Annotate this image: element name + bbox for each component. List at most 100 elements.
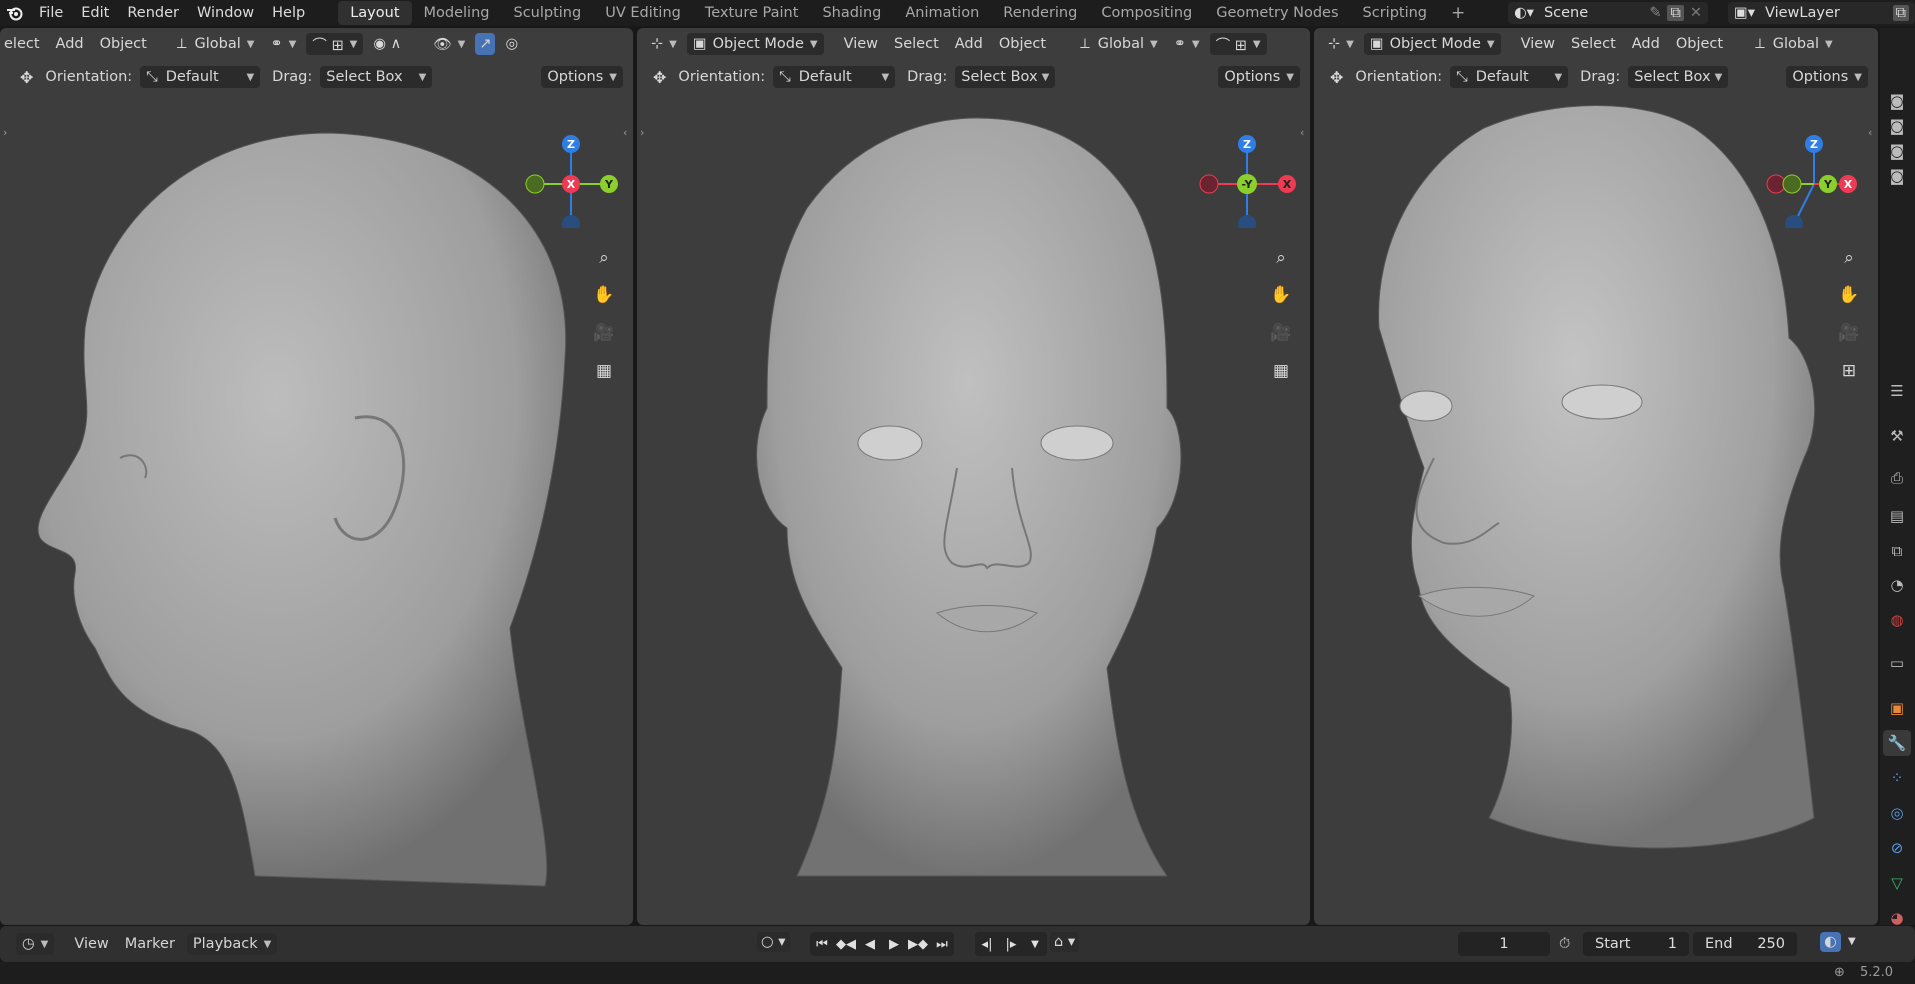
move-tool-icon[interactable]: ✥ <box>1330 68 1343 87</box>
play-reverse-icon[interactable]: ◀ <box>858 932 882 956</box>
pin-icon[interactable]: ✎ <box>1649 5 1661 21</box>
header-menu-select[interactable]: Select <box>1563 33 1624 55</box>
tool-icon[interactable]: ⚒ <box>1883 423 1911 449</box>
orientation-dropdown[interactable]: ⤡ Default ▼ <box>1450 66 1569 88</box>
menu-file[interactable]: File <box>30 0 72 26</box>
menu-render[interactable]: Render <box>118 0 188 26</box>
pivot-icon[interactable]: ⚭ ▼ <box>1168 33 1206 55</box>
sidebar-expand-icon[interactable]: ‹ <box>1868 126 1872 139</box>
view-toggle-dropdown-icon[interactable]: ▼ <box>1848 936 1856 947</box>
editor-type-clock-icon[interactable]: ◷ ▼ <box>16 933 55 955</box>
snap-icon[interactable]: ⌒ ⊞ ▼ <box>306 33 364 55</box>
orientation-dropdown[interactable]: ⤡ Default ▼ <box>140 66 261 88</box>
tab-geometry-nodes[interactable]: Geometry Nodes <box>1204 1 1350 25</box>
blender-logo-icon[interactable] <box>0 0 30 26</box>
sidebar-expand-icon[interactable]: ‹ <box>623 126 627 139</box>
options-dropdown[interactable]: Options ▼ <box>1786 66 1868 88</box>
tab-scripting[interactable]: Scripting <box>1351 1 1439 25</box>
start-frame-field[interactable]: Start 1 <box>1583 932 1689 956</box>
navigation-gizmo[interactable]: Z Y X <box>515 120 627 228</box>
viewport-middle[interactable]: ⊹ ▼ ▣ Object Mode ▼ View Select Add Object … <box>637 28 1310 925</box>
toolbar-expand-icon[interactable]: › <box>640 126 644 139</box>
tab-animation[interactable]: Animation <box>893 1 991 25</box>
header-menu-view[interactable]: View <box>1513 33 1563 55</box>
header-menu-select[interactable]: elect <box>0 33 48 55</box>
tab-texture-paint[interactable]: Texture Paint <box>693 1 811 25</box>
keying-icon[interactable]: ○ ▾ <box>757 932 790 952</box>
viewport-left[interactable]: elect Add Object ⟂ Global ▼ ⚭ ▼ ⌒ ⊞ ▼ ◉ ∧ 👁 ▼… <box>0 28 633 925</box>
timeline-menu-view[interactable]: View <box>66 933 116 955</box>
snap-icon[interactable]: ⌒ ⊞ ▼ <box>1209 33 1267 55</box>
view-layer-icon[interactable]: ⧉ <box>1883 538 1911 564</box>
pan-hand-icon[interactable]: ✋ <box>1268 282 1294 308</box>
camera-view-icon[interactable]: 🎥 <box>591 320 617 346</box>
zoom-icon[interactable]: ⌕ <box>591 245 617 271</box>
jump-start-icon[interactable]: ⏮ <box>810 932 834 956</box>
object-icon[interactable]: ▣ <box>1883 695 1911 721</box>
editor-type-icon[interactable]: ⊹ ▼ <box>1322 33 1360 55</box>
viewlayer-selector[interactable]: ▣▾ ViewLayer ⧉ <box>1728 2 1915 24</box>
camera-toggle-icon[interactable]: ◙ <box>1883 113 1911 139</box>
next-keyframe-icon[interactable]: ▶◆ <box>906 932 930 956</box>
next-jump-icon[interactable]: |▸ <box>999 932 1023 956</box>
orientation-dropdown[interactable]: ⤡ Default ▼ <box>773 66 896 88</box>
zoom-icon[interactable]: ⌕ <box>1268 245 1294 271</box>
header-menu-add[interactable]: Add <box>947 33 991 55</box>
tab-shading[interactable]: Shading <box>810 1 893 25</box>
tab-rendering[interactable]: Rendering <box>991 1 1089 25</box>
tab-layout[interactable]: Layout <box>338 1 412 25</box>
constraints-icon[interactable]: ⊘ <box>1883 835 1911 861</box>
header-menu-add[interactable]: Add <box>1624 33 1668 55</box>
modifier-wrench-icon[interactable]: 🔧 <box>1883 730 1911 756</box>
properties-menu-icon[interactable]: ☰ <box>1883 378 1911 404</box>
camera-toggle-icon[interactable]: ◙ <box>1883 138 1911 164</box>
menu-help[interactable]: Help <box>263 0 314 26</box>
drag-dropdown[interactable]: Select Box ▼ <box>955 66 1056 88</box>
editor-type-icon[interactable]: ⊹ ▼ <box>645 33 683 55</box>
render-icon[interactable]: ⎙ <box>1883 465 1911 491</box>
tab-modeling[interactable]: Modeling <box>412 1 502 25</box>
timeline-menu-marker[interactable]: Marker <box>117 933 183 955</box>
camera-toggle-icon[interactable]: ◙ <box>1883 88 1911 114</box>
grid-perspective-icon[interactable]: ⊞ <box>1836 358 1862 384</box>
auto-keying-icon[interactable]: ⌂ ▾ <box>1050 932 1080 952</box>
new-scene-icon[interactable]: ⧉ <box>1667 5 1684 21</box>
header-menu-object[interactable]: Object <box>92 33 155 55</box>
new-viewlayer-icon[interactable]: ⧉ <box>1892 5 1909 21</box>
viewport-right[interactable]: ⊹ ▼ ▣ Object Mode ▼ View Select Add Object … <box>1314 28 1878 925</box>
proportional-edit-icon[interactable]: ◉ ∧ <box>367 33 407 55</box>
camera-view-icon[interactable]: 🎥 <box>1268 320 1294 346</box>
output-icon[interactable]: ▤ <box>1883 503 1911 529</box>
world-icon[interactable]: ◍ <box>1883 607 1911 633</box>
jump-end-icon[interactable]: ⏭ <box>930 932 954 956</box>
drag-dropdown[interactable]: Select Box ▼ <box>1628 66 1729 88</box>
toolbar-expand-icon[interactable]: › <box>3 126 7 139</box>
pan-hand-icon[interactable]: ✋ <box>591 282 617 308</box>
transform-orientation-dropdown[interactable]: ⟂ Global ▼ <box>1074 33 1164 55</box>
stopwatch-icon[interactable]: ⏱ <box>1559 936 1570 952</box>
current-frame-field[interactable]: 1 <box>1458 932 1550 956</box>
pivot-icon[interactable]: ⚭ ▼ <box>264 33 302 55</box>
navigation-gizmo[interactable]: Z Y X <box>1762 120 1874 228</box>
menu-window[interactable]: Window <box>188 0 263 26</box>
view-toggle-icon[interactable]: ◐ <box>1820 932 1841 952</box>
data-mesh-icon[interactable]: ▽ <box>1883 870 1911 896</box>
navigation-gizmo[interactable]: Z X -Y <box>1191 120 1303 228</box>
header-menu-select[interactable]: Select <box>886 33 947 55</box>
camera-toggle-icon[interactable]: ◙ <box>1883 163 1911 189</box>
header-menu-view[interactable]: View <box>836 33 886 55</box>
scene-icon[interactable]: ◔ <box>1883 572 1911 598</box>
transform-orientation-dropdown[interactable]: ⟂ Global ▼ <box>171 33 261 55</box>
mode-dropdown[interactable]: ▣ Object Mode ▼ <box>1363 33 1501 55</box>
jump-dropdown-icon[interactable]: ▼ <box>1023 932 1047 956</box>
zoom-icon[interactable]: ⌕ <box>1836 245 1862 271</box>
options-dropdown[interactable]: Options ▼ <box>1218 66 1300 88</box>
scene-selector[interactable]: ◐▾ Scene ✎ ⧉ ✕ <box>1508 2 1708 24</box>
add-workspace-plus-icon[interactable]: + <box>1439 1 1477 25</box>
move-tool-icon[interactable]: ✥ <box>20 68 33 87</box>
camera-view-icon[interactable]: 🎥 <box>1836 320 1862 346</box>
close-icon[interactable]: ✕ <box>1690 5 1702 21</box>
prev-keyframe-icon[interactable]: ◆◀ <box>834 932 858 956</box>
options-dropdown[interactable]: Options ▼ <box>541 66 623 88</box>
physics-icon[interactable]: ◎ <box>1883 800 1911 826</box>
